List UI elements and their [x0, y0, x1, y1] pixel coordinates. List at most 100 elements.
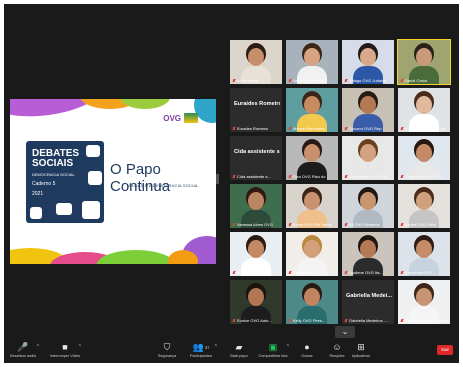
participant-tile[interactable]: Lenira OVG Jatai [398, 184, 450, 228]
participant-name-label: Cida assistente s... [232, 174, 280, 179]
participant-tile[interactable]: Cida assistente s... Cida assistente s... [230, 136, 282, 180]
muted-mic-icon [288, 126, 292, 131]
caret-up-icon[interactable]: ^ [287, 344, 289, 350]
muted-mic-icon [400, 126, 404, 131]
participant-name-label: Elza OVG Riso do ... [288, 174, 336, 179]
participant-face [248, 288, 264, 306]
participant-tile[interactable]: Sandra OVG [286, 232, 338, 276]
participant-tile[interactable]: Gabriella Medei... Gabriella Medeiros - .… [342, 280, 394, 324]
muted-mic-icon [232, 78, 236, 83]
participant-tile[interactable]: Marise Bernardes [286, 88, 338, 132]
toolbar-label: Participantes [190, 354, 212, 358]
participant-name: Fernanda OVG ... [405, 270, 437, 275]
participant-face [248, 48, 264, 66]
participant-tile[interactable]: Kelly OVG Pires... [286, 280, 338, 324]
participant-name-label: Thiago OVG Judaiva [344, 78, 392, 83]
ovg-logo: OVG [163, 113, 181, 123]
apps-button[interactable]: ⊞ Aplicativos [344, 342, 378, 362]
participant-tile[interactable]: Vanessa Alves OVG [230, 184, 282, 228]
puzzle-piece [30, 207, 42, 219]
participant-name-label: Lucia Araujo [232, 78, 280, 83]
participant-tile[interactable]: Lucilene OVG Ita... [342, 232, 394, 276]
participant-tile[interactable]: Elza OVG Riso do ... [286, 136, 338, 180]
caret-up-icon[interactable]: ^ [79, 344, 81, 350]
participant-name-label: Fernanda Lopes do pu... [400, 126, 448, 131]
chat-button[interactable]: ▰ Bate-papo [222, 342, 256, 362]
participant-name-label: David Costa [400, 78, 448, 83]
participant-name: Eunice OVG Auto... [237, 318, 272, 323]
participant-name-label: Lidia Belem OVG Go... [344, 174, 392, 179]
meeting-toolbar: 🎤 Desativar áudio ^ ■ Interromper Vídeo ^ ⛉ Seg… [4, 339, 459, 363]
puzzle-cover: DEBATES SOCIAIS DEMOCRACIA SOCIAL Cadern… [26, 141, 104, 223]
participant-tile[interactable]: Lidia Belem OVG Go... [342, 136, 394, 180]
participant-face [248, 240, 264, 258]
participant-tile[interactable]: Euraides Romeiro Eurades Romeiro [230, 88, 282, 132]
toolbar-label: Aplicativos [351, 354, 371, 358]
participant-face [416, 96, 432, 114]
participant-count: 37 [204, 345, 210, 350]
muted-mic-icon [344, 318, 348, 323]
caret-up-icon[interactable]: ^ [37, 344, 39, 350]
record-button[interactable]: ● Gravar [290, 342, 324, 362]
muted-mic-icon [344, 174, 348, 179]
view-splitter-handle[interactable] [216, 174, 219, 184]
participant-tile[interactable]: Eunice OVG Auto... [230, 280, 282, 324]
participant-name: Marcia OVG - Porto [237, 270, 273, 275]
participant-name-label: Socorro OVG Rep... [344, 126, 392, 131]
muted-mic-icon [288, 318, 292, 323]
video-camera-icon: ■ [62, 342, 68, 352]
participants-button[interactable]: 👥37 Participantes ^ [184, 342, 218, 362]
participant-tile[interactable]: Thayze Melo OVG S... [398, 136, 450, 180]
puzzle-piece [82, 201, 100, 219]
toolbar-label: Interromper Vídeo [49, 354, 81, 358]
participant-face [360, 96, 376, 114]
participant-tile[interactable]: ROSICLER OVG Goias [398, 280, 450, 324]
participant-face [416, 240, 432, 258]
participant-tile[interactable]: Fernanda OVG ... [398, 232, 450, 276]
muted-mic-icon [400, 270, 404, 275]
participant-face [416, 144, 432, 162]
participant-name-label: ROSICLER OVG Goias [400, 318, 448, 323]
participant-tile[interactable]: Fernanda Lopes do pu... [398, 88, 450, 132]
participant-name: Eurades Romeiro [237, 126, 269, 131]
caret-up-icon[interactable]: ^ [215, 344, 217, 350]
participant-face [360, 192, 376, 210]
participant-tile[interactable]: Eli OVG Mineiros [342, 184, 394, 228]
participant-name-label: Elane OVG Rio Verde [288, 222, 336, 227]
participant-tile[interactable]: Valeria OVG POR... [286, 40, 338, 84]
slide-heading: O Papo Continua [110, 161, 171, 195]
microphone-button[interactable]: 🎤 Desativar áudio ^ [6, 342, 40, 362]
participant-tile[interactable]: Elane OVG Rio Verde [286, 184, 338, 228]
participant-tile[interactable]: Lucia Araujo [230, 40, 282, 84]
video-camera-button[interactable]: ■ Interromper Vídeo ^ [48, 342, 82, 362]
toolbar-label: Desativar áudio [9, 354, 37, 358]
leave-meeting-button[interactable]: Sair [437, 345, 453, 355]
slide-subheading: A LOAS E A DEMOCRACIA SOCIAL [128, 183, 199, 188]
cover-caderno: Caderno 5 [32, 181, 56, 187]
decor-blob [96, 250, 176, 264]
participant-name: ROSICLER OVG Goias [405, 318, 448, 323]
participant-name: Vanessa Alves OVG [237, 222, 273, 227]
share-screen-button[interactable]: ▣ Compartilhar tela ^ [256, 342, 290, 362]
shield-button[interactable]: ⛉ Segurança [150, 342, 184, 362]
muted-mic-icon [232, 318, 236, 323]
muted-mic-icon [400, 222, 404, 227]
zoom-meeting-window: OVG DEBATES SOCIAIS DEMOCRACIA SOCIAL Ca… [4, 4, 459, 363]
participant-face [304, 288, 320, 306]
gallery-next-page-button[interactable]: ⌄ [335, 326, 355, 338]
participant-name-label: Valeria OVG POR... [288, 78, 336, 83]
participant-face [416, 48, 432, 66]
participant-face [360, 144, 376, 162]
participant-face [304, 96, 320, 114]
muted-mic-icon [288, 174, 292, 179]
muted-mic-icon [288, 78, 292, 83]
puzzle-piece [88, 171, 102, 185]
participant-tile[interactable]: Marcia OVG - Porto [230, 232, 282, 276]
participant-tile[interactable]: David Costa [397, 39, 451, 85]
participant-name: Gabriella Medeiros - ... [349, 318, 390, 323]
participant-tile[interactable]: Thiago OVG Judaiva [342, 40, 394, 84]
puzzle-piece [56, 203, 72, 215]
participant-tile[interactable]: Socorro OVG Rep... [342, 88, 394, 132]
muted-mic-icon [288, 270, 292, 275]
participant-name: Lucia Araujo [237, 78, 260, 83]
